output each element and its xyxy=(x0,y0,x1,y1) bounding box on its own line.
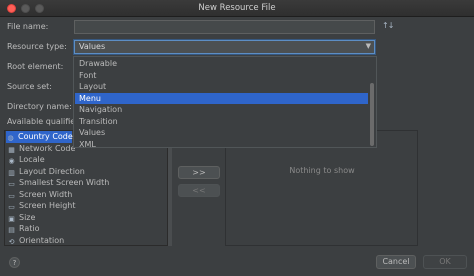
qualifier-label: Screen Height xyxy=(19,201,76,210)
size-icon: ▣ xyxy=(8,214,15,223)
network-icon: ▦ xyxy=(8,145,15,154)
qualifier-label: Size xyxy=(19,212,36,222)
qualifier-item[interactable]: ◉ Locale xyxy=(7,154,45,166)
qualifier-item[interactable]: ⟲ Orientation xyxy=(7,235,65,247)
qualifier-label: Smallest Screen Width xyxy=(19,178,110,187)
resource-type-select[interactable]: Values ▼ xyxy=(74,40,375,54)
qualifier-label: Orientation xyxy=(19,235,65,245)
screen-icon: ▭ xyxy=(8,180,15,188)
dropdown-option[interactable]: Values xyxy=(75,127,368,139)
screen-icon: ▭ xyxy=(8,203,15,211)
direction-icon: ▥ xyxy=(8,168,15,177)
qualifier-label: Locale xyxy=(19,155,45,164)
locale-icon: ◉ xyxy=(8,157,15,165)
globe-icon: ◍ xyxy=(7,134,14,142)
file-name-label: File name: xyxy=(7,22,49,31)
qualifier-item[interactable]: ▭ Screen Height xyxy=(7,200,76,212)
dropdown-option[interactable]: Menu xyxy=(75,92,368,104)
qualifier-label: Country Code xyxy=(18,132,73,141)
dropdown-option[interactable]: Navigation xyxy=(75,104,368,116)
help-button[interactable]: ? xyxy=(9,257,20,268)
chevron-down-icon: ▼ xyxy=(365,42,371,50)
screen-icon: ▭ xyxy=(8,191,15,200)
ratio-icon: ▤ xyxy=(8,226,15,234)
empty-list-message: Nothing to show xyxy=(289,166,355,175)
directory-name-label: Directory name: xyxy=(7,102,72,111)
available-qualifiers-label: Available qualifie xyxy=(7,117,76,126)
qualifier-item[interactable]: ▭ Smallest Screen Width xyxy=(7,177,109,189)
title-bar: New Resource File xyxy=(0,0,474,17)
resource-type-dropdown: Drawable Font Layout Menu Navigation Transiti… xyxy=(73,56,377,151)
file-name-input[interactable] xyxy=(74,20,375,34)
sort-icon[interactable]: ↑↓ xyxy=(382,21,394,30)
window-title: New Resource File xyxy=(198,3,276,13)
dropdown-option[interactable]: Transition xyxy=(75,116,368,128)
resource-type-label: Resource type: xyxy=(7,42,67,51)
root-element-label: Root element: xyxy=(7,62,64,71)
qualifier-item[interactable]: ▦ Network Code xyxy=(7,143,75,155)
source-set-label: Source set: xyxy=(7,82,52,91)
qualifier-item[interactable]: ▤ Ratio xyxy=(7,223,40,235)
dropdown-option[interactable]: Drawable xyxy=(75,58,368,70)
qualifier-item[interactable]: ▣ Size xyxy=(7,212,35,224)
dropdown-option[interactable]: Font xyxy=(75,70,368,82)
qualifier-item[interactable]: ▥ Layout Direction xyxy=(7,166,85,178)
remove-qualifier-button[interactable]: << xyxy=(178,184,220,197)
qualifier-label: Layout Direction xyxy=(19,166,85,176)
dropdown-option[interactable]: XML xyxy=(75,139,368,151)
dropdown-option[interactable]: Layout xyxy=(75,81,368,93)
cancel-button[interactable]: Cancel xyxy=(376,255,416,269)
qualifier-label: Screen Width xyxy=(19,189,73,199)
qualifier-label: Network Code xyxy=(19,143,76,153)
add-qualifier-button[interactable]: >> xyxy=(178,166,220,179)
ok-button[interactable]: OK xyxy=(423,255,467,269)
orientation-icon: ⟲ xyxy=(8,237,15,246)
dropdown-scrollbar[interactable] xyxy=(370,83,374,146)
qualifier-item[interactable]: ◍ Country Code xyxy=(6,131,73,143)
resource-type-value: Values xyxy=(79,42,106,51)
qualifier-label: Ratio xyxy=(19,224,40,233)
qualifier-item[interactable]: ▭ Screen Width xyxy=(7,189,72,201)
